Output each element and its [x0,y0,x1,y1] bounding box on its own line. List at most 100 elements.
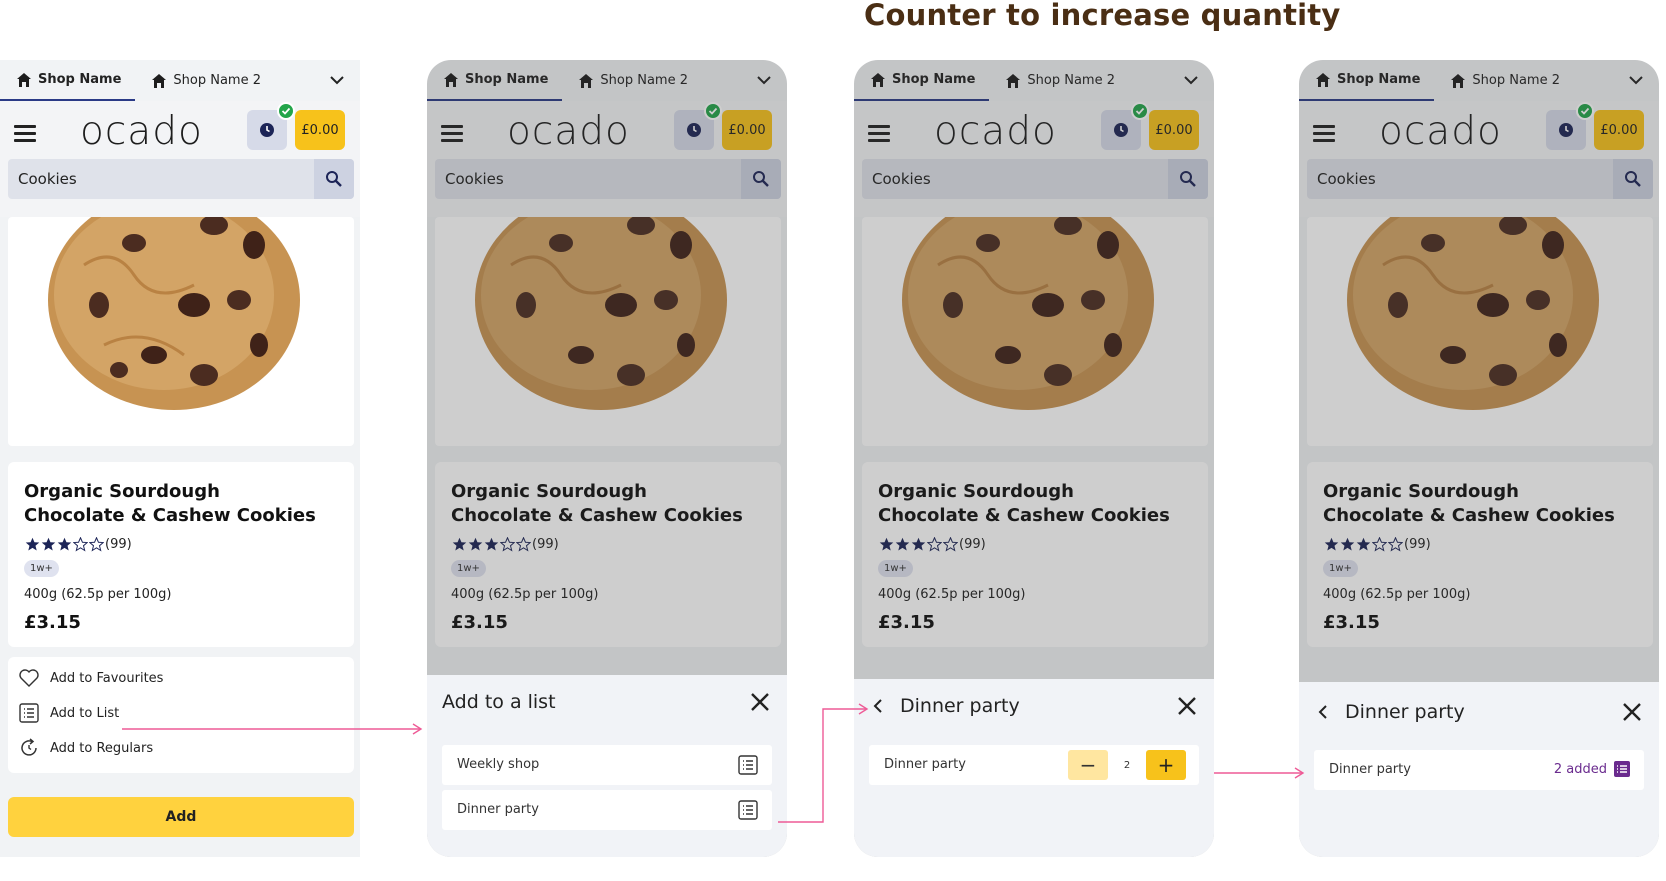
delivery-slot-button[interactable] [247,102,295,150]
list-filled-icon [1614,761,1630,777]
product-price: £3.15 [451,612,508,633]
star-rating: (99) [25,537,132,552]
ocado-logo[interactable]: ocado [1379,109,1502,154]
delivery-slot-button[interactable] [1101,102,1149,150]
tab-shop-name[interactable]: Shop Name [427,60,563,101]
add-button[interactable]: Add [8,797,354,837]
search-bar[interactable]: Cookies [8,159,354,199]
added-count: 2 added [1553,761,1607,777]
added-confirmation-sheet: Dinner party Dinner party 2 added [1299,682,1659,857]
search-button[interactable] [1613,159,1653,199]
product-image-card [1307,217,1653,446]
product-price: £3.15 [24,612,81,633]
list-name: Dinner party [457,802,539,817]
ocado-logo[interactable]: ocado [80,109,203,154]
tab-shop-name-2[interactable]: Shop Name 2 [135,60,275,101]
chevron-down-icon[interactable] [755,71,773,89]
increase-button[interactable]: + [1146,750,1186,780]
quantity-value: 2 [1123,759,1131,771]
add-to-favourites[interactable]: Add to Favourites [18,664,163,692]
product-weight: 400g (62.5p per 100g) [878,587,1026,602]
action-label: Add to Favourites [50,670,164,686]
tab-shop-name[interactable]: Shop Name [1299,60,1435,101]
chevron-left-icon[interactable] [870,697,886,715]
search-icon [1625,171,1641,187]
search-bar[interactable]: Cookies [1307,159,1653,199]
chevron-down-icon[interactable] [328,71,346,89]
add-to-list[interactable]: Add to List [18,699,119,727]
star-empty-icon [1388,537,1403,552]
basket-total-button[interactable]: £0.00 [722,110,772,150]
ocado-logo[interactable]: ocado [507,109,630,154]
headline: Counter to increase quantity [864,0,1341,32]
clock-icon [1559,123,1573,137]
search-button[interactable] [314,159,354,199]
star-filled-icon [41,537,56,551]
close-icon[interactable] [749,691,771,713]
add-to-regulars[interactable]: Add to Regulars [18,734,153,762]
close-icon[interactable] [1621,701,1643,723]
menu-icon[interactable] [1313,125,1335,143]
shelf-life-badge: 1w+ [451,560,486,577]
search-input[interactable]: Cookies [1317,170,1376,188]
clock-icon [260,123,274,137]
star-empty-icon [73,537,88,552]
delivery-slot-button[interactable] [1546,102,1594,150]
chevron-down-icon[interactable] [1627,71,1645,89]
basket-total-button[interactable]: £0.00 [295,110,345,150]
tab-label: Shop Name [38,72,122,87]
menu-icon[interactable] [441,125,463,143]
add-to-list-sheet: Add to a list Weekly shop Dinner party [427,675,787,857]
basket-total-button[interactable]: £0.00 [1149,110,1199,150]
search-bar[interactable]: Cookies [862,159,1208,199]
tab-shop-name[interactable]: Shop Name [854,60,990,101]
rating-count: (99) [1404,537,1431,552]
search-input[interactable]: Cookies [445,170,504,188]
tab-label: Shop Name 2 [1472,73,1560,88]
tab-shop-name[interactable]: Shop Name [0,60,136,101]
menu-icon[interactable] [14,125,36,143]
repeat-icon [21,738,37,756]
action-label: Add to Regulars [50,740,154,756]
tab-shop-name-2[interactable]: Shop Name 2 [562,60,702,101]
star-rating: (99) [1324,537,1431,552]
tab-shop-name-2[interactable]: Shop Name 2 [1434,60,1574,101]
tab-label: Shop Name [892,72,976,87]
check-icon [1131,102,1149,120]
tab-label: Shop Name 2 [173,73,261,88]
app-header: ocado £0.00 Cookies [1299,101,1659,217]
basket-total-button[interactable]: £0.00 [1594,110,1644,150]
close-icon[interactable] [1176,695,1198,717]
star-filled-icon [468,537,483,551]
search-button[interactable] [741,159,781,199]
shop-tabs: Shop Name Shop Name 2 [0,60,360,101]
ocado-logo[interactable]: ocado [934,109,1057,154]
home-icon [579,73,594,88]
phone-screen-quantity-counter: Shop Name Shop Name 2 ocado £0.00 Cookie… [854,60,1214,857]
search-input[interactable]: Cookies [18,170,77,188]
arrow-dinner-party [778,708,866,823]
sheet-title: Dinner party [1345,701,1465,723]
home-icon [1006,73,1021,88]
product-image-card [862,217,1208,446]
decrease-button[interactable]: − [1068,750,1108,780]
tab-label: Shop Name 2 [1027,73,1115,88]
menu-icon[interactable] [868,125,890,143]
star-empty-icon [89,537,104,552]
search-input[interactable]: Cookies [872,170,931,188]
list-row-dinner-party[interactable]: Dinner party [442,790,772,830]
shelf-life-badge: 1w+ [24,560,59,577]
search-bar[interactable]: Cookies [435,159,781,199]
search-button[interactable] [1168,159,1208,199]
clock-icon [1114,123,1128,137]
home-icon [1316,72,1330,87]
list-row-weekly-shop[interactable]: Weekly shop [442,745,772,785]
chevron-down-icon[interactable] [1182,71,1200,89]
list-name: Dinner party [1329,762,1411,777]
rating-count: (99) [105,537,132,552]
list-row-dinner-party[interactable]: Dinner party 2 added [1314,750,1644,790]
star-rating: (99) [452,537,559,552]
chevron-left-icon[interactable] [1315,703,1331,721]
tab-shop-name-2[interactable]: Shop Name 2 [989,60,1129,101]
delivery-slot-button[interactable] [674,102,722,150]
